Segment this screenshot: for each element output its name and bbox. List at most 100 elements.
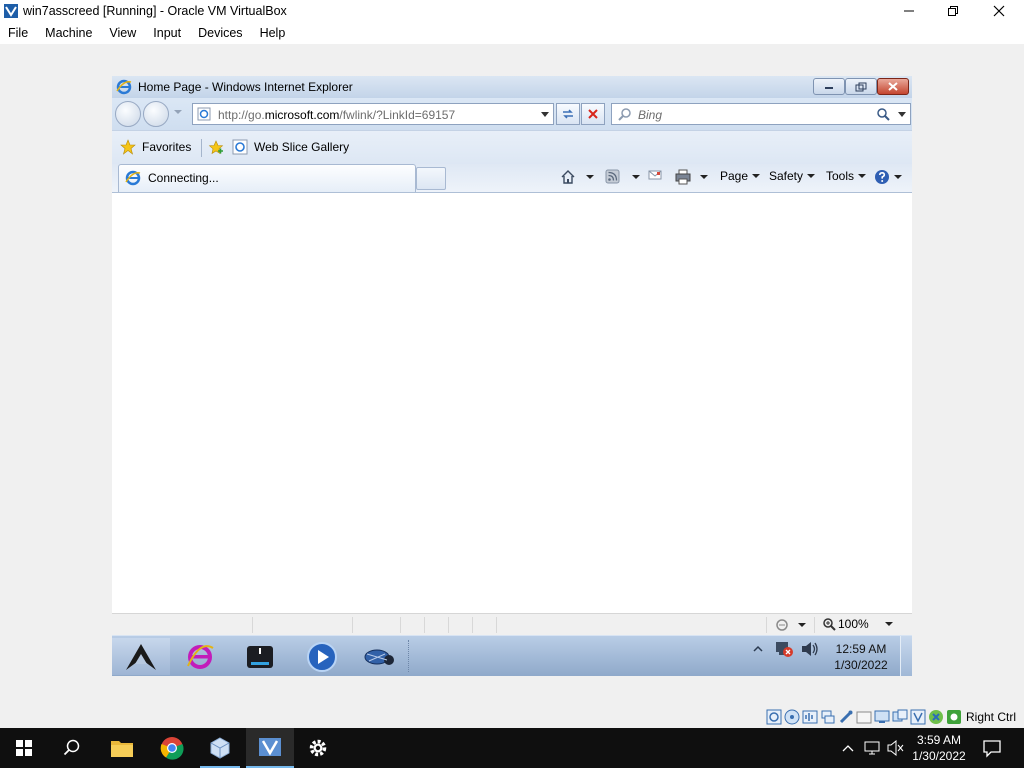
virtualization-icon[interactable] bbox=[910, 709, 926, 725]
menu-input[interactable]: Input bbox=[153, 26, 181, 40]
ie-restore-button[interactable] bbox=[845, 78, 877, 95]
ie-minimize-button[interactable] bbox=[813, 78, 845, 95]
search-provider-icon bbox=[618, 108, 631, 121]
mouse-integration-icon[interactable] bbox=[928, 709, 944, 725]
media-player-icon bbox=[307, 641, 337, 672]
usb-icon[interactable] bbox=[838, 709, 854, 725]
status-divider bbox=[766, 617, 767, 633]
taskbar-media-player[interactable] bbox=[294, 638, 350, 675]
protected-mode-button[interactable] bbox=[774, 617, 806, 633]
guest-taskbar: 12:59 AM 1/30/2022 bbox=[112, 635, 912, 676]
search-icon[interactable] bbox=[876, 107, 890, 121]
back-button[interactable] bbox=[115, 101, 141, 127]
hard-disk-icon[interactable] bbox=[766, 709, 782, 725]
favorites-label: Favorites bbox=[142, 140, 192, 154]
tab-connecting[interactable]: Connecting... bbox=[118, 164, 416, 192]
optical-drive-icon[interactable] bbox=[784, 709, 800, 725]
host-clock[interactable]: 3:59 AM 1/30/2022 bbox=[904, 732, 974, 764]
status-divider bbox=[400, 617, 401, 633]
guest-clock[interactable]: 12:59 AM 1/30/2022 bbox=[812, 641, 910, 673]
restore-button[interactable] bbox=[930, 0, 976, 22]
address-bar[interactable]: http://go.microsoft.com/fwlink/?LinkId=6… bbox=[192, 103, 554, 125]
volume-muted-icon bbox=[887, 740, 904, 756]
security-dropdown-icon[interactable] bbox=[798, 623, 806, 627]
tools-menu-label: Tools bbox=[826, 169, 855, 183]
taskbar-network-app[interactable] bbox=[352, 638, 408, 675]
compatibility-view-button[interactable] bbox=[556, 103, 580, 125]
settings-button[interactable] bbox=[294, 728, 342, 768]
search-box[interactable]: Bing bbox=[611, 103, 911, 125]
help-dropdown-icon bbox=[894, 175, 902, 179]
menu-devices[interactable]: Devices bbox=[198, 26, 242, 40]
guest-screen[interactable]: Home Page - Windows Internet Explorer ht… bbox=[112, 76, 912, 676]
safety-menu-button[interactable]: Safety bbox=[769, 169, 816, 183]
feeds-button[interactable] bbox=[605, 169, 640, 184]
start-button[interactable] bbox=[0, 728, 48, 768]
taskbar-internet-explorer[interactable] bbox=[172, 638, 228, 675]
read-mail-button[interactable] bbox=[648, 169, 662, 181]
print-button[interactable] bbox=[675, 169, 708, 185]
web-slice-gallery-link[interactable]: Web Slice Gallery bbox=[232, 139, 349, 155]
minimize-button[interactable] bbox=[886, 0, 932, 22]
search-options-dropdown[interactable] bbox=[898, 112, 906, 117]
tray-overflow-button[interactable] bbox=[836, 744, 860, 752]
home-dropdown-icon[interactable] bbox=[586, 175, 594, 179]
page-menu-button[interactable]: Page bbox=[720, 169, 761, 183]
menu-view[interactable]: View bbox=[109, 26, 136, 40]
rss-feed-icon bbox=[605, 169, 620, 184]
search-button[interactable] bbox=[48, 728, 96, 768]
shared-folders-icon[interactable] bbox=[856, 709, 872, 725]
taskbar-grip bbox=[408, 640, 411, 672]
taskbar-media-app[interactable] bbox=[232, 638, 288, 675]
print-dropdown-icon[interactable] bbox=[700, 175, 708, 179]
ie-page-content[interactable] bbox=[112, 192, 912, 613]
home-button[interactable] bbox=[560, 169, 594, 185]
virtualbox-manager-button[interactable] bbox=[196, 728, 244, 768]
audio-icon[interactable] bbox=[802, 709, 818, 725]
menu-help[interactable]: Help bbox=[260, 26, 286, 40]
tray-expand-icon[interactable] bbox=[752, 644, 764, 654]
ie-navigation-bar: http://go.microsoft.com/fwlink/?LinkId=6… bbox=[112, 98, 912, 130]
file-explorer-button[interactable] bbox=[98, 728, 146, 768]
recent-pages-dropdown[interactable] bbox=[174, 110, 182, 114]
close-button[interactable] bbox=[976, 0, 1022, 22]
menu-file[interactable]: File bbox=[8, 26, 28, 40]
feeds-dropdown-icon[interactable] bbox=[632, 174, 640, 179]
forward-button[interactable] bbox=[143, 101, 169, 127]
add-to-favorites-bar-button[interactable] bbox=[208, 139, 230, 155]
network-tray-button[interactable] bbox=[860, 740, 884, 756]
chrome-icon bbox=[160, 737, 184, 760]
guest-start-button[interactable] bbox=[112, 638, 170, 675]
new-tab-button[interactable] bbox=[416, 167, 446, 190]
tools-menu-button[interactable]: Tools bbox=[826, 169, 867, 183]
chrome-button[interactable] bbox=[148, 728, 196, 768]
vm-window-button[interactable] bbox=[246, 728, 294, 768]
address-url[interactable]: http://go.microsoft.com/fwlink/?LinkId=6… bbox=[218, 108, 455, 122]
host-key-label: Right Ctrl bbox=[966, 710, 1017, 724]
menu-machine[interactable]: Machine bbox=[45, 26, 92, 40]
notification-icon[interactable] bbox=[980, 736, 1004, 760]
display-icon[interactable] bbox=[874, 709, 890, 725]
tab-and-command-bar: Connecting... Page Safety Tools bbox=[112, 164, 912, 192]
status-divider bbox=[448, 617, 449, 633]
address-dropdown-icon[interactable] bbox=[541, 112, 549, 117]
ie-close-button[interactable] bbox=[877, 78, 909, 95]
network-app-icon bbox=[364, 649, 394, 665]
url-prefix: http://go. bbox=[218, 108, 265, 122]
zoom-icon bbox=[823, 618, 836, 631]
host-key-icon[interactable] bbox=[946, 709, 962, 725]
url-path: /fwlink/?LinkId=69157 bbox=[339, 108, 456, 122]
help-menu-button[interactable] bbox=[874, 169, 902, 185]
favorites-button[interactable]: Favorites bbox=[120, 139, 191, 155]
network-warning-icon[interactable] bbox=[774, 640, 794, 658]
video-capture-icon[interactable] bbox=[892, 709, 908, 725]
network-adapter-icon[interactable] bbox=[820, 709, 836, 725]
page-menu-label: Page bbox=[720, 169, 749, 183]
show-desktop-button[interactable] bbox=[900, 636, 912, 676]
zoom-dropdown-icon[interactable] bbox=[884, 622, 893, 626]
tools-dropdown-icon bbox=[858, 174, 867, 178]
stop-button[interactable] bbox=[581, 103, 605, 125]
page-icon bbox=[197, 107, 211, 121]
status-divider bbox=[472, 617, 473, 633]
zoom-control[interactable]: 100% bbox=[822, 617, 893, 631]
